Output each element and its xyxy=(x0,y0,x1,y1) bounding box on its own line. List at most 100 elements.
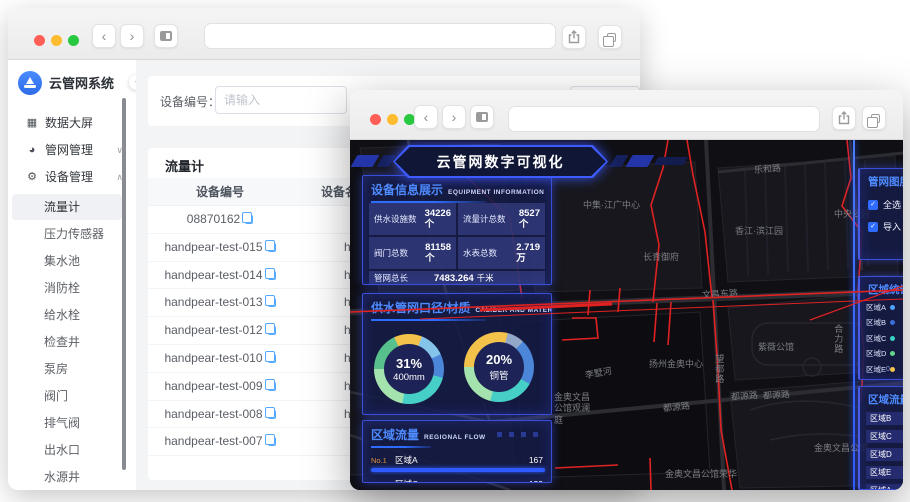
map-label: 金奥文昌公馆观澜庭 xyxy=(554,392,591,425)
copy-icon[interactable] xyxy=(264,406,276,419)
sidebar-subitem[interactable]: 集水池 xyxy=(12,248,122,274)
zoom-button[interactable] xyxy=(68,35,79,46)
forward-button[interactable]: › xyxy=(120,24,144,48)
legend-label: 区域D xyxy=(866,349,887,358)
flow-region-label: 区域C xyxy=(395,478,529,482)
layer-option-label: 导入 xyxy=(883,222,902,232)
layer-option[interactable]: ✓ 导入 xyxy=(868,220,903,233)
stat-cell: 水表总数 2.719 万 xyxy=(458,237,545,269)
stat-value: 8527 个 xyxy=(518,207,540,230)
copy-icon[interactable] xyxy=(242,212,254,224)
panel-title-en: CALIBER AND MATERIAL xyxy=(475,307,551,314)
copy-icon[interactable] xyxy=(264,323,276,336)
checkbox-checked-icon[interactable]: ✓ xyxy=(868,221,878,232)
region-flow-row: 区域E xyxy=(866,466,903,479)
sidebar-subitem[interactable]: 排气阀 xyxy=(12,410,122,436)
copy-icon[interactable] xyxy=(264,378,276,391)
sidebar-subitem[interactable]: 压力传感器 xyxy=(12,221,122,247)
tabs-button[interactable] xyxy=(598,25,622,49)
map-label: 中集·江广中心 xyxy=(583,200,640,210)
map-label: 都源路 xyxy=(662,400,691,414)
layer-option[interactable]: ✓ 全选 xyxy=(868,198,903,211)
stat-unit: 千米 xyxy=(476,273,494,283)
flow-rank: No.1 xyxy=(371,455,387,465)
map-label: 都源路 xyxy=(730,390,759,402)
close-button[interactable] xyxy=(370,114,381,125)
equipment-stats: 供水设施数 34226 个 流量计总数 8527 个阀门总数 81158 个 水表总数 2.… xyxy=(369,203,545,284)
region-flow-row: 区域C xyxy=(866,430,903,443)
stat-cell: 供水设施数 34226 个 xyxy=(369,203,456,235)
map-label: 望都路 xyxy=(714,354,725,384)
pipe-icon: ◕ xyxy=(28,144,36,156)
sidebar-subitem[interactable]: 水源井 xyxy=(12,464,122,490)
copy-icon[interactable] xyxy=(264,434,276,447)
equipment-info-panel: 设备信息展示 EQUIPMENT INFORMATION 供水设施数 34226 … xyxy=(362,175,552,285)
tab-overview-icon xyxy=(160,30,172,41)
device-id-cell: handpear-test-007 xyxy=(148,428,292,456)
stat-value: 2.719 万 xyxy=(516,241,540,264)
panel-title-cn: 区域流量 xyxy=(371,428,420,442)
sidebar-subitem[interactable]: 阀门 xyxy=(12,383,122,409)
map-label: 长青御府 xyxy=(643,252,680,262)
url-bar[interactable] xyxy=(508,106,820,132)
share-button[interactable] xyxy=(562,25,586,49)
sidebar-item-pipe-mgmt[interactable]: ◕ 管网管理 ∨ xyxy=(8,137,136,164)
back-button[interactable]: ‹ xyxy=(414,105,438,129)
stat-label: 供水设施数 xyxy=(374,214,417,224)
sidebar-subitem[interactable]: 消防栓 xyxy=(12,275,122,301)
sidebar-item-data-screen[interactable]: ▦ 数据大屏 xyxy=(8,110,136,137)
flow-value: 123 xyxy=(529,479,543,482)
back-button[interactable]: ‹ xyxy=(92,24,116,48)
table-title: 流量计 xyxy=(165,159,205,174)
legend-label: 区域B xyxy=(866,318,887,327)
sidebar-subitem[interactable]: 检查井 xyxy=(12,329,122,355)
legend-dot xyxy=(890,366,896,372)
map-label: 扬州金奥中心 xyxy=(649,359,704,369)
axis-zero-label: 0 xyxy=(886,366,890,373)
sidebar-item-device-mgmt[interactable]: ⚙ 设备管理 ∧ xyxy=(8,164,136,191)
device-id-filter-input[interactable] xyxy=(215,86,347,114)
flow-bar xyxy=(371,468,545,472)
stat-label: 管网总长 xyxy=(374,273,409,283)
sidebar: 云管网系统 ‹ ▦ 数据大屏 ◕ 管网管理 ∨ ⚙ 设备管理 ∧ 流量计压力 xyxy=(8,60,136,490)
tabs-button[interactable] xyxy=(862,106,886,130)
checkbox-checked-icon[interactable]: ✓ xyxy=(868,199,878,210)
sidebar-subitem[interactable]: 流量计 xyxy=(12,194,122,220)
device-id-cell: handpear-test-012 xyxy=(148,317,292,345)
legend-dot xyxy=(890,351,896,356)
forward-button[interactable]: › xyxy=(442,105,466,129)
sidebar-subitem[interactable]: 泵房 xyxy=(12,356,122,382)
minimize-button[interactable] xyxy=(387,114,398,125)
minimize-button[interactable] xyxy=(51,35,62,46)
copy-icon[interactable] xyxy=(264,239,276,252)
map-label: 李墅河 xyxy=(584,365,613,381)
legend-dot xyxy=(890,335,896,341)
legend-item: 区域B xyxy=(866,317,903,328)
close-button[interactable] xyxy=(34,35,45,46)
material-donut-chart: 20% 铜管 xyxy=(464,332,534,402)
tab-overview-icon xyxy=(476,111,488,122)
panel-title-en: EQUIPMENT INFORMATION xyxy=(448,189,545,196)
dashboard-title: 云管网数字可视化 xyxy=(436,153,565,170)
right-flow-rows: 区域B 区域C 区域D 区域E 区域A xyxy=(860,412,903,489)
device-id-cell: handpear-test-015 xyxy=(148,234,292,262)
stat-value: 34226 个 xyxy=(424,207,451,230)
region-flow-list-panel: 区域流量 区域B 区域C 区域D 区域E 区域A xyxy=(858,386,903,490)
copy-icon[interactable] xyxy=(264,267,276,280)
tab-overview-button[interactable] xyxy=(154,24,178,48)
copy-icon[interactable] xyxy=(264,295,276,308)
share-button[interactable] xyxy=(832,106,856,130)
sidebar-subitem[interactable]: 出水口 xyxy=(12,437,122,463)
device-id-cell: 08870162 xyxy=(148,206,292,234)
stat-label: 阀门总数 xyxy=(374,248,409,258)
app-logo-icon xyxy=(18,70,42,95)
device-id-cell: handpear-test-014 xyxy=(148,262,292,290)
caliber-donut-chart: 31% 400mm xyxy=(374,334,444,404)
url-bar[interactable] xyxy=(204,23,556,49)
sidebar-subitem[interactable]: 给水栓 xyxy=(12,302,122,328)
regional-flow-panel: 区域流量 REGIONAL FLOW No.1 区域A 167 No.2区域C123 xyxy=(362,420,552,483)
tab-overview-button[interactable] xyxy=(470,105,494,129)
sidebar-scrollbar[interactable] xyxy=(122,98,126,470)
flow-row: No.1 区域A 167 xyxy=(363,454,551,466)
copy-icon[interactable] xyxy=(264,350,276,363)
